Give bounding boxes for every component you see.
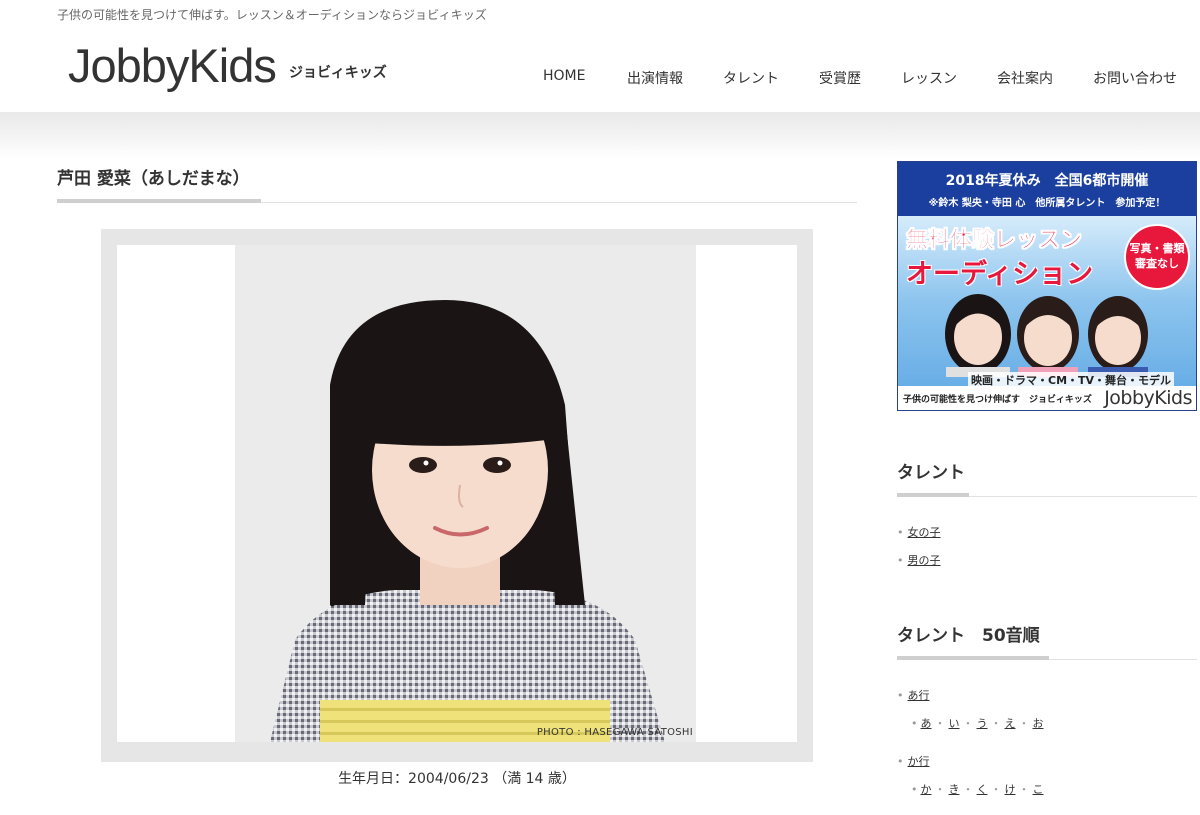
- kana-link[interactable]: け: [1005, 783, 1016, 796]
- bullet-icon: •: [897, 554, 904, 567]
- bullet-icon: •: [897, 755, 904, 768]
- kana-row-ka: • か・き・く・け・こ: [911, 783, 1044, 796]
- kana-link[interactable]: お: [1033, 717, 1044, 730]
- profile-photo-frame: PHOTO : HASEGAWA SATOSHI: [101, 229, 813, 762]
- bullet-icon: •: [911, 717, 918, 730]
- page-title: 芦田 愛菜（あしだまな）: [57, 169, 250, 189]
- kana-link[interactable]: あ: [921, 717, 932, 730]
- kana-row-a: • あ・い・う・え・お: [911, 717, 1044, 730]
- portrait-illustration: [235, 245, 696, 742]
- kana-link[interactable]: え: [1005, 717, 1016, 730]
- nav-contact[interactable]: お問い合わせ: [1093, 68, 1177, 88]
- nav-company[interactable]: 会社案内: [997, 68, 1053, 88]
- site-logo[interactable]: JobbyKids: [68, 38, 277, 93]
- banner-headline-1: 無料体験レッスン: [906, 228, 1083, 254]
- sidebar-item-girls[interactable]: 女の子: [908, 526, 941, 539]
- banner-footer-text: 子供の可能性を見つけ伸ばす ジョビィキッズ: [903, 395, 1092, 405]
- profile-photo: PHOTO : HASEGAWA SATOSHI: [235, 245, 696, 742]
- bullet-icon: •: [897, 526, 904, 539]
- banner-footer: 子供の可能性を見つけ伸ばす ジョビィキッズ JobbyKids: [898, 386, 1196, 410]
- nav-awards[interactable]: 受賞歴: [819, 68, 861, 88]
- kana-group-a[interactable]: あ行: [908, 689, 930, 702]
- nav-home[interactable]: HOME: [543, 68, 585, 84]
- title-divider-accent: [57, 199, 261, 203]
- kana-group: • か行: [897, 753, 930, 769]
- banner-footer-logo: JobbyKids: [1104, 387, 1192, 409]
- profile-photo-mat: PHOTO : HASEGAWA SATOSHI: [117, 245, 797, 742]
- kana-link[interactable]: く: [977, 783, 988, 796]
- kana-group: • あ行: [897, 687, 930, 703]
- header-shadow: [0, 112, 1200, 158]
- sidebar-talent-divider-accent: [897, 493, 969, 497]
- audition-banner[interactable]: 2018年夏休み 全国6都市開催 ※鈴木 梨央・寺田 心 他所属タレント 参加予…: [897, 161, 1197, 411]
- nav-lessons[interactable]: レッスン: [901, 68, 957, 88]
- list-item: • 男の子: [897, 552, 941, 568]
- sidebar-kana-divider-accent: [897, 656, 1049, 660]
- site-tagline: 子供の可能性を見つけて伸ばす。レッスン＆オーディションならジョビィキッズ: [57, 8, 487, 22]
- kana-link[interactable]: う: [977, 717, 988, 730]
- banner-children-image: [945, 294, 1148, 377]
- kana-link[interactable]: こ: [1033, 783, 1044, 796]
- sidebar-talent-heading: タレント: [897, 463, 965, 483]
- kana-link[interactable]: か: [921, 783, 932, 796]
- birth-date: 生年月日：2004/06/23 （満 14 歳）: [338, 771, 576, 787]
- list-item: • 女の子: [897, 524, 941, 540]
- kana-group-ka[interactable]: か行: [908, 755, 930, 768]
- banner-badge: 写真・書類 審査なし: [1124, 224, 1190, 290]
- sidebar-kana-heading: タレント 50音順: [897, 626, 1040, 646]
- bullet-icon: •: [911, 783, 918, 796]
- bullet-icon: •: [897, 689, 904, 702]
- sidebar-item-boys[interactable]: 男の子: [908, 554, 941, 567]
- nav-appearances[interactable]: 出演情報: [627, 68, 683, 88]
- kana-link[interactable]: き: [949, 783, 960, 796]
- kana-link[interactable]: い: [949, 717, 960, 730]
- banner-sub-line: ※鈴木 梨央・寺田 心 他所属タレント 参加予定！: [928, 198, 1166, 209]
- nav-talent[interactable]: タレント: [723, 68, 779, 88]
- photo-credit: PHOTO : HASEGAWA SATOSHI: [536, 727, 693, 738]
- banner-top-line: 2018年夏休み 全国6都市開催: [945, 173, 1149, 189]
- sidebar-kana-list: • あ行 • あ・い・う・え・お • か行 • か・き・く・け・こ: [897, 687, 1197, 807]
- site-logo-subtitle[interactable]: ジョビィキッズ: [289, 62, 387, 82]
